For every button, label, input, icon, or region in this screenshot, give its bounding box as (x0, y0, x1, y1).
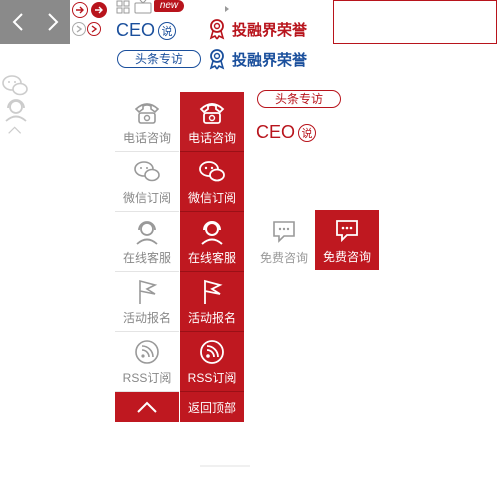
arrow-right-filled-button[interactable] (91, 2, 107, 18)
shuo-badge: 说 (298, 123, 317, 142)
flag-icon (139, 279, 158, 304)
award-icon (209, 49, 225, 70)
float-item-label: 活动报名 (122, 311, 171, 325)
arrow-right-grey-button[interactable] (72, 22, 86, 36)
chat-icon (273, 220, 295, 243)
phone-icon (134, 103, 160, 124)
grid-icon (116, 0, 130, 14)
award-icon (209, 19, 225, 40)
float-item-event[interactable]: 活动报名 (180, 272, 244, 332)
rss-icon (200, 340, 224, 364)
ceo-label: CEO (256, 122, 296, 142)
float-item-event[interactable]: 活动报名 (115, 272, 179, 332)
chevron-right-icon (47, 13, 58, 31)
next-button[interactable] (35, 0, 70, 44)
divider (200, 465, 250, 467)
rss-icon (135, 340, 159, 364)
outline-box (333, 0, 497, 44)
honor-label: 投融界荣誉 (232, 51, 308, 69)
ceo-talk-link-red[interactable]: CEO 说 (256, 122, 317, 143)
float-item-label: 在线客服 (187, 251, 236, 265)
float-item-label: 电话咨询 (122, 131, 171, 145)
free-consult-grey[interactable]: 免费咨询 (252, 212, 316, 270)
toutiao-pill-red[interactable]: 头条专访 (257, 90, 341, 108)
chevron-right-icon (76, 25, 83, 33)
float-bar-grey: 电话咨询 微信订阅 在线客服 活动报名 RSS订阅 (115, 92, 179, 422)
phone-icon (199, 103, 225, 124)
arrow-right-icon (95, 6, 103, 14)
float-item-phone[interactable]: 电话咨询 (115, 92, 179, 152)
arrow-right-red-button[interactable] (87, 22, 101, 36)
ceo-label: CEO (116, 20, 156, 40)
toutiao-pill-blue[interactable]: 头条专访 (117, 50, 201, 68)
float-item-label: RSS订阅 (122, 371, 172, 385)
float-item-label: RSS订阅 (187, 371, 237, 385)
honor-link-blue[interactable]: 投融界荣誉 (206, 48, 307, 70)
customer-service-icon (201, 221, 223, 245)
arrow-right-icon (76, 6, 84, 14)
wechat-icon (199, 161, 225, 182)
prev-button[interactable] (0, 0, 35, 44)
honor-label: 投融界荣誉 (232, 21, 308, 39)
slider-nav (0, 0, 70, 44)
float-item-service[interactable]: 在线客服 (115, 212, 179, 272)
arrow-right-outline-button[interactable] (72, 2, 88, 18)
chevron-left-icon (12, 13, 23, 31)
shuo-badge: 说 (158, 21, 177, 40)
float-item-label: 微信订阅 (187, 191, 236, 205)
customer-service-icon (136, 221, 158, 245)
float-item-service[interactable]: 在线客服 (180, 212, 244, 272)
back-top-button[interactable] (115, 392, 179, 422)
ceo-talk-link[interactable]: CEO 说 (116, 20, 177, 41)
flag-icon (204, 279, 223, 304)
float-item-rss[interactable]: RSS订阅 (180, 332, 244, 392)
chevron-up-icon[interactable] (4, 124, 28, 145)
float-item-label: 活动报名 (187, 311, 236, 325)
back-top-text-button[interactable]: 返回顶部 (180, 392, 244, 422)
chat-icon (336, 219, 358, 242)
float-item-label: 在线客服 (122, 251, 171, 265)
wechat-icon (134, 161, 160, 182)
caret-right-icon (224, 0, 230, 12)
free-consult-label: 免费咨询 (259, 250, 308, 265)
new-badge: new (154, 0, 184, 12)
float-item-label: 电话咨询 (187, 131, 236, 145)
float-item-wechat[interactable]: 微信订阅 (180, 152, 244, 212)
customer-service-icon[interactable] (2, 98, 30, 127)
float-item-phone[interactable]: 电话咨询 (180, 92, 244, 152)
tv-icon (134, 0, 152, 14)
honor-link-red[interactable]: 投融界荣誉 (206, 18, 307, 40)
free-consult-red[interactable]: 免费咨询 (315, 210, 379, 270)
float-item-rss[interactable]: RSS订阅 (115, 332, 179, 392)
float-item-wechat[interactable]: 微信订阅 (115, 152, 179, 212)
chevron-up-icon (137, 401, 157, 413)
float-item-label: 微信订阅 (122, 191, 171, 205)
chevron-right-icon (91, 25, 98, 33)
free-consult-label: 免费咨询 (322, 249, 371, 264)
float-bar-red: 电话咨询 微信订阅 在线客服 活动报名 RSS订阅 返回顶部 (180, 92, 244, 422)
